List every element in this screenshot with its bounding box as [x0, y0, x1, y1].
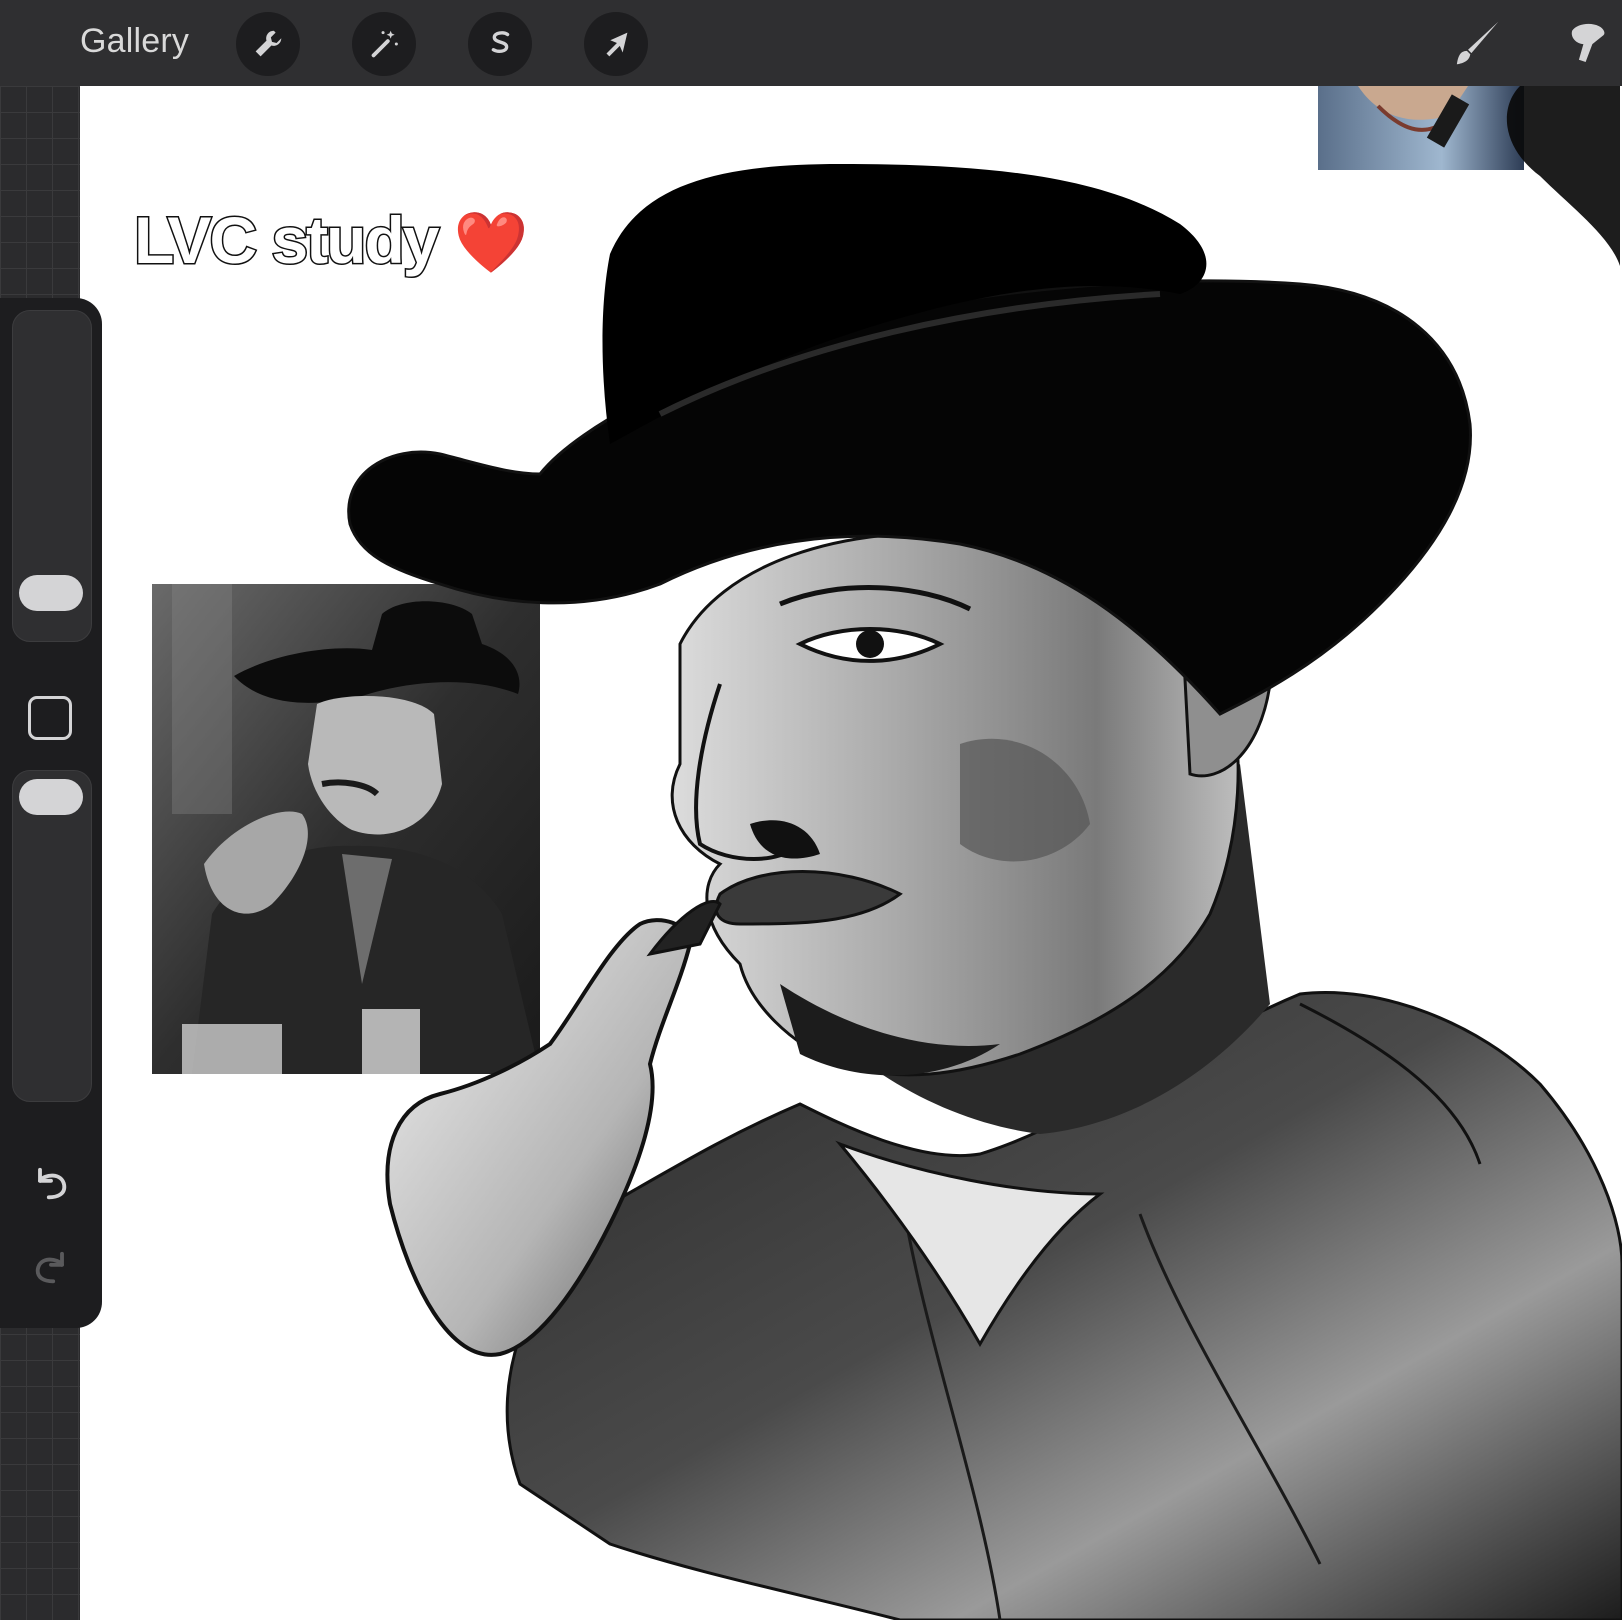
wrench-icon — [255, 30, 282, 57]
redo-arrow-icon — [35, 1251, 64, 1284]
drawing-canvas[interactable]: LVC study ❤️ — [80, 86, 1622, 1620]
undo-arrow-icon — [38, 1167, 67, 1200]
brush-size-thumb[interactable] — [19, 575, 83, 611]
modifier-square-button[interactable] — [28, 696, 72, 740]
top-toolbar: Gallery — [0, 0, 1622, 87]
smudge-button[interactable] — [1556, 10, 1622, 76]
brush-button[interactable] — [1444, 10, 1510, 76]
magic-wand-icon — [371, 30, 398, 58]
opacity-slider[interactable] — [12, 770, 92, 1102]
redo-button[interactable] — [26, 1242, 76, 1292]
brush-icon — [1456, 21, 1499, 65]
cowboy-illustration — [347, 164, 1622, 1620]
arrow-cursor-icon — [606, 32, 628, 57]
gallery-button[interactable]: Gallery — [80, 22, 189, 61]
selection-button[interactable] — [468, 12, 532, 76]
undo-button[interactable] — [26, 1158, 76, 1208]
smudge-icon — [1571, 23, 1605, 63]
transform-button[interactable] — [584, 12, 648, 76]
adjustments-button[interactable] — [352, 12, 416, 76]
selection-s-icon — [491, 31, 510, 53]
opacity-thumb[interactable] — [19, 779, 83, 815]
actions-button[interactable] — [236, 12, 300, 76]
left-sidebar — [0, 298, 102, 1328]
brush-size-slider[interactable] — [12, 310, 92, 642]
